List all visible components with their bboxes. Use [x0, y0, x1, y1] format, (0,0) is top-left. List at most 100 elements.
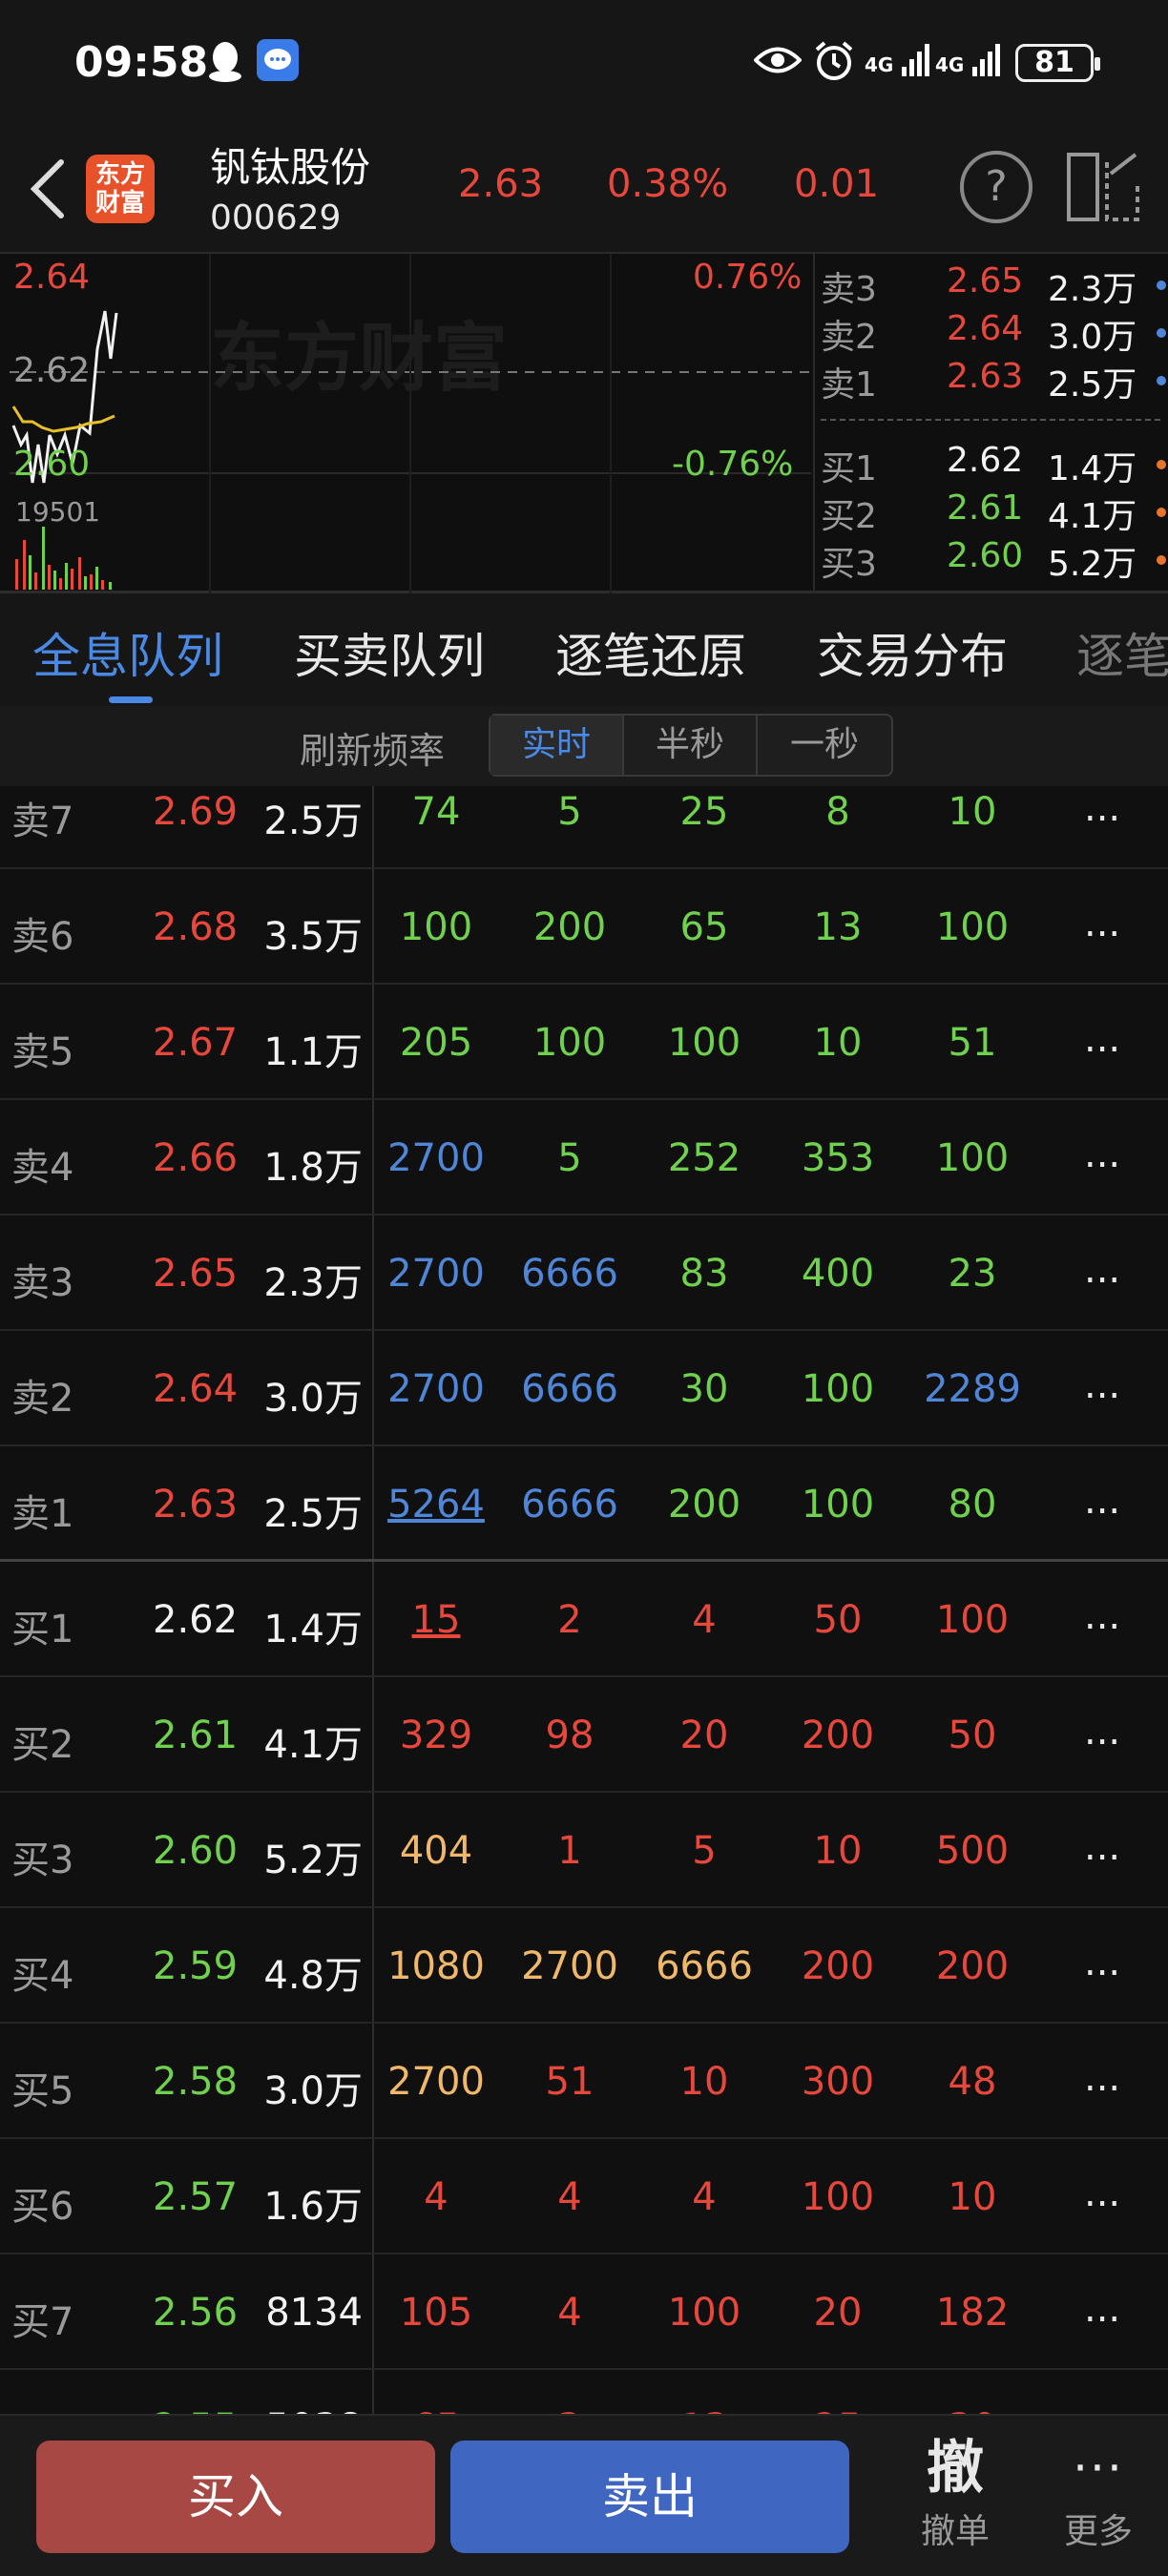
- queue-more-button[interactable]: ...: [1084, 1479, 1120, 1523]
- queue-order-cell[interactable]: 404: [369, 1829, 503, 1873]
- queue-order-cell[interactable]: 20: [771, 2291, 905, 2335]
- queue-order-cell[interactable]: 100: [771, 1483, 905, 1527]
- queue-row-bid[interactable]: 买2 2.61 4.1万 329 98 20 200 50...: [0, 1677, 1168, 1793]
- intraday-chart-area[interactable]: 东方财富 2.64 2.62 2.60 0.76% -0.76% 19501 卖…: [0, 254, 1168, 593]
- tab-full-queue[interactable]: 全息队列: [32, 618, 223, 687]
- queue-row-ask[interactable]: 卖6 2.68 3.5万 100 200 65 13 100...: [0, 869, 1168, 985]
- queue-order-cell[interactable]: 20: [637, 1714, 771, 1757]
- queue-order-cell[interactable]: 13: [771, 905, 905, 949]
- queue-row-bid[interactable]: 买6 2.57 1.6万 4 4 4 100 10...: [0, 2139, 1168, 2254]
- queue-order-cell[interactable]: 23: [906, 1252, 1039, 1296]
- queue-order-cell[interactable]: 10: [771, 1021, 905, 1065]
- queue-order-cell[interactable]: 2: [503, 1598, 636, 1642]
- refresh-option-one-second[interactable]: 一秒: [758, 716, 891, 775]
- queue-order-cell[interactable]: 2700: [369, 1136, 503, 1180]
- queue-order-cell[interactable]: 5: [503, 790, 636, 834]
- queue-order-cell[interactable]: 13: [637, 2406, 771, 2414]
- queue-order-cell[interactable]: 10: [906, 2175, 1039, 2219]
- queue-order-cell[interactable]: 50: [771, 1598, 905, 1642]
- queue-order-cell[interactable]: 4: [369, 2175, 503, 2219]
- queue-order-cell[interactable]: 8: [771, 790, 905, 834]
- more-button[interactable]: ··· 更多: [1046, 2433, 1151, 2566]
- queue-row-bid[interactable]: 买5 2.58 3.0万 2700 51 10 300 48...: [0, 2024, 1168, 2139]
- queue-more-button[interactable]: ...: [1084, 1941, 1120, 1984]
- queue-order-cell[interactable]: 3: [503, 2406, 636, 2414]
- queue-order-cell[interactable]: 51: [906, 1021, 1039, 1065]
- queue-order-cell[interactable]: 200: [906, 1944, 1039, 1988]
- queue-more-button[interactable]: ...: [1084, 2056, 1120, 2100]
- queue-order-cell[interactable]: 353: [771, 1136, 905, 1180]
- queue-row-ask[interactable]: 卖7 2.69 2.5万 74 5 25 8 10...: [0, 786, 1168, 869]
- full-queue-table[interactable]: 卖7 2.69 2.5万 74 5 25 8 10... 卖6 2.68 3.5万 100 200 65 1…: [0, 786, 1168, 2414]
- queue-order-cell[interactable]: 4: [503, 2291, 636, 2335]
- queue-row-ask[interactable]: 卖4 2.66 1.8万 2700 5 252 353 100...: [0, 1100, 1168, 1215]
- queue-order-cell[interactable]: 100: [503, 1021, 636, 1065]
- queue-order-cell[interactable]: 205: [369, 1021, 503, 1065]
- queue-more-button[interactable]: ...: [1084, 1825, 1120, 1869]
- queue-order-cell[interactable]: 25: [637, 790, 771, 834]
- queue-order-cell[interactable]: 100: [906, 905, 1039, 949]
- queue-order-cell[interactable]: 6666: [503, 1367, 636, 1411]
- queue-order-cell[interactable]: 329: [369, 1714, 503, 1757]
- queue-row-ask[interactable]: 卖2 2.64 3.0万 2700 6666 30 100 2289...: [0, 1331, 1168, 1446]
- queue-order-cell[interactable]: 15: [369, 1598, 503, 1642]
- queue-order-cell[interactable]: 6666: [503, 1252, 636, 1296]
- queue-order-cell[interactable]: 2700: [369, 1252, 503, 1296]
- queue-order-cell[interactable]: 105: [369, 2291, 503, 2335]
- refresh-option-half-second[interactable]: 半秒: [624, 716, 758, 775]
- queue-order-cell[interactable]: 4: [637, 1598, 771, 1642]
- queue-order-cell[interactable]: 80: [906, 1483, 1039, 1527]
- queue-order-cell[interactable]: 400: [771, 1252, 905, 1296]
- buy-button[interactable]: 买入: [36, 2441, 435, 2553]
- queue-order-cell[interactable]: 83: [637, 1252, 771, 1296]
- queue-order-cell[interactable]: 4: [503, 2175, 636, 2219]
- queue-order-cell[interactable]: 1: [503, 1829, 636, 1873]
- queue-order-cell[interactable]: 6666: [503, 1483, 636, 1527]
- queue-order-cell[interactable]: 100: [637, 1021, 771, 1065]
- queue-order-cell[interactable]: 100: [637, 2291, 771, 2335]
- tab-bid-ask-queue[interactable]: 买卖队列: [294, 618, 485, 687]
- queue-order-cell[interactable]: 10: [637, 2060, 771, 2104]
- queue-order-cell[interactable]: 300: [771, 2060, 905, 2104]
- queue-order-cell[interactable]: 4: [637, 2175, 771, 2219]
- queue-order-cell[interactable]: 200: [503, 905, 636, 949]
- queue-more-button[interactable]: ...: [1084, 2171, 1120, 2215]
- queue-order-cell[interactable]: 2700: [369, 1367, 503, 1411]
- queue-row-bid[interactable]: 买3 2.60 5.2万 404 1 5 10 500...: [0, 1793, 1168, 1908]
- queue-order-cell[interactable]: 100: [906, 1136, 1039, 1180]
- queue-order-cell[interactable]: 1080: [369, 1944, 503, 1988]
- back-button[interactable]: [19, 151, 76, 227]
- queue-order-cell[interactable]: 5: [637, 1829, 771, 1873]
- queue-more-button[interactable]: ...: [1084, 1594, 1120, 1638]
- help-button[interactable]: ?: [960, 151, 1032, 223]
- queue-order-cell[interactable]: 25: [771, 2406, 905, 2414]
- queue-order-cell[interactable]: 48: [906, 2060, 1039, 2104]
- queue-more-button[interactable]: ...: [1084, 902, 1120, 945]
- queue-more-button[interactable]: ...: [1084, 1132, 1120, 1176]
- queue-order-cell[interactable]: 200: [637, 1483, 771, 1527]
- queue-more-button[interactable]: ...: [1084, 1248, 1120, 1292]
- queue-row-bid[interactable]: 买8 2.55 5038 653132530...: [0, 2370, 1168, 2414]
- queue-more-button[interactable]: ...: [1084, 1363, 1120, 1407]
- queue-order-cell[interactable]: 30: [637, 1367, 771, 1411]
- queue-order-cell[interactable]: 10: [906, 790, 1039, 834]
- refresh-option-realtime[interactable]: 实时: [490, 716, 624, 775]
- queue-order-cell[interactable]: 65: [369, 2406, 503, 2414]
- queue-row-bid[interactable]: 买4 2.59 4.8万 1080 2700 6666 200 200...: [0, 1908, 1168, 2024]
- queue-order-cell[interactable]: 500: [906, 1829, 1039, 1873]
- queue-order-cell[interactable]: 100: [771, 1367, 905, 1411]
- sell-button[interactable]: 卖出: [450, 2441, 849, 2553]
- cancel-order-button[interactable]: 撤 撤单: [903, 2433, 1008, 2566]
- queue-order-cell[interactable]: 182: [906, 2291, 1039, 2335]
- queue-more-button[interactable]: ...: [1084, 2402, 1120, 2414]
- queue-order-cell[interactable]: 5: [503, 1136, 636, 1180]
- queue-order-cell[interactable]: 100: [906, 1598, 1039, 1642]
- queue-row-bid[interactable]: 买1 2.62 1.4万 15 2 4 50 100...: [0, 1562, 1168, 1677]
- queue-row-bid[interactable]: 买7 2.56 8134 105 4 100 20 182...: [0, 2254, 1168, 2370]
- queue-order-cell[interactable]: 65: [637, 905, 771, 949]
- split-screen-button[interactable]: [1065, 151, 1141, 223]
- queue-order-cell[interactable]: 50: [906, 1714, 1039, 1757]
- queue-order-cell[interactable]: 5264: [369, 1483, 503, 1527]
- tab-trade-distribution[interactable]: 交易分布: [817, 618, 1008, 687]
- queue-order-cell[interactable]: 2700: [369, 2060, 503, 2104]
